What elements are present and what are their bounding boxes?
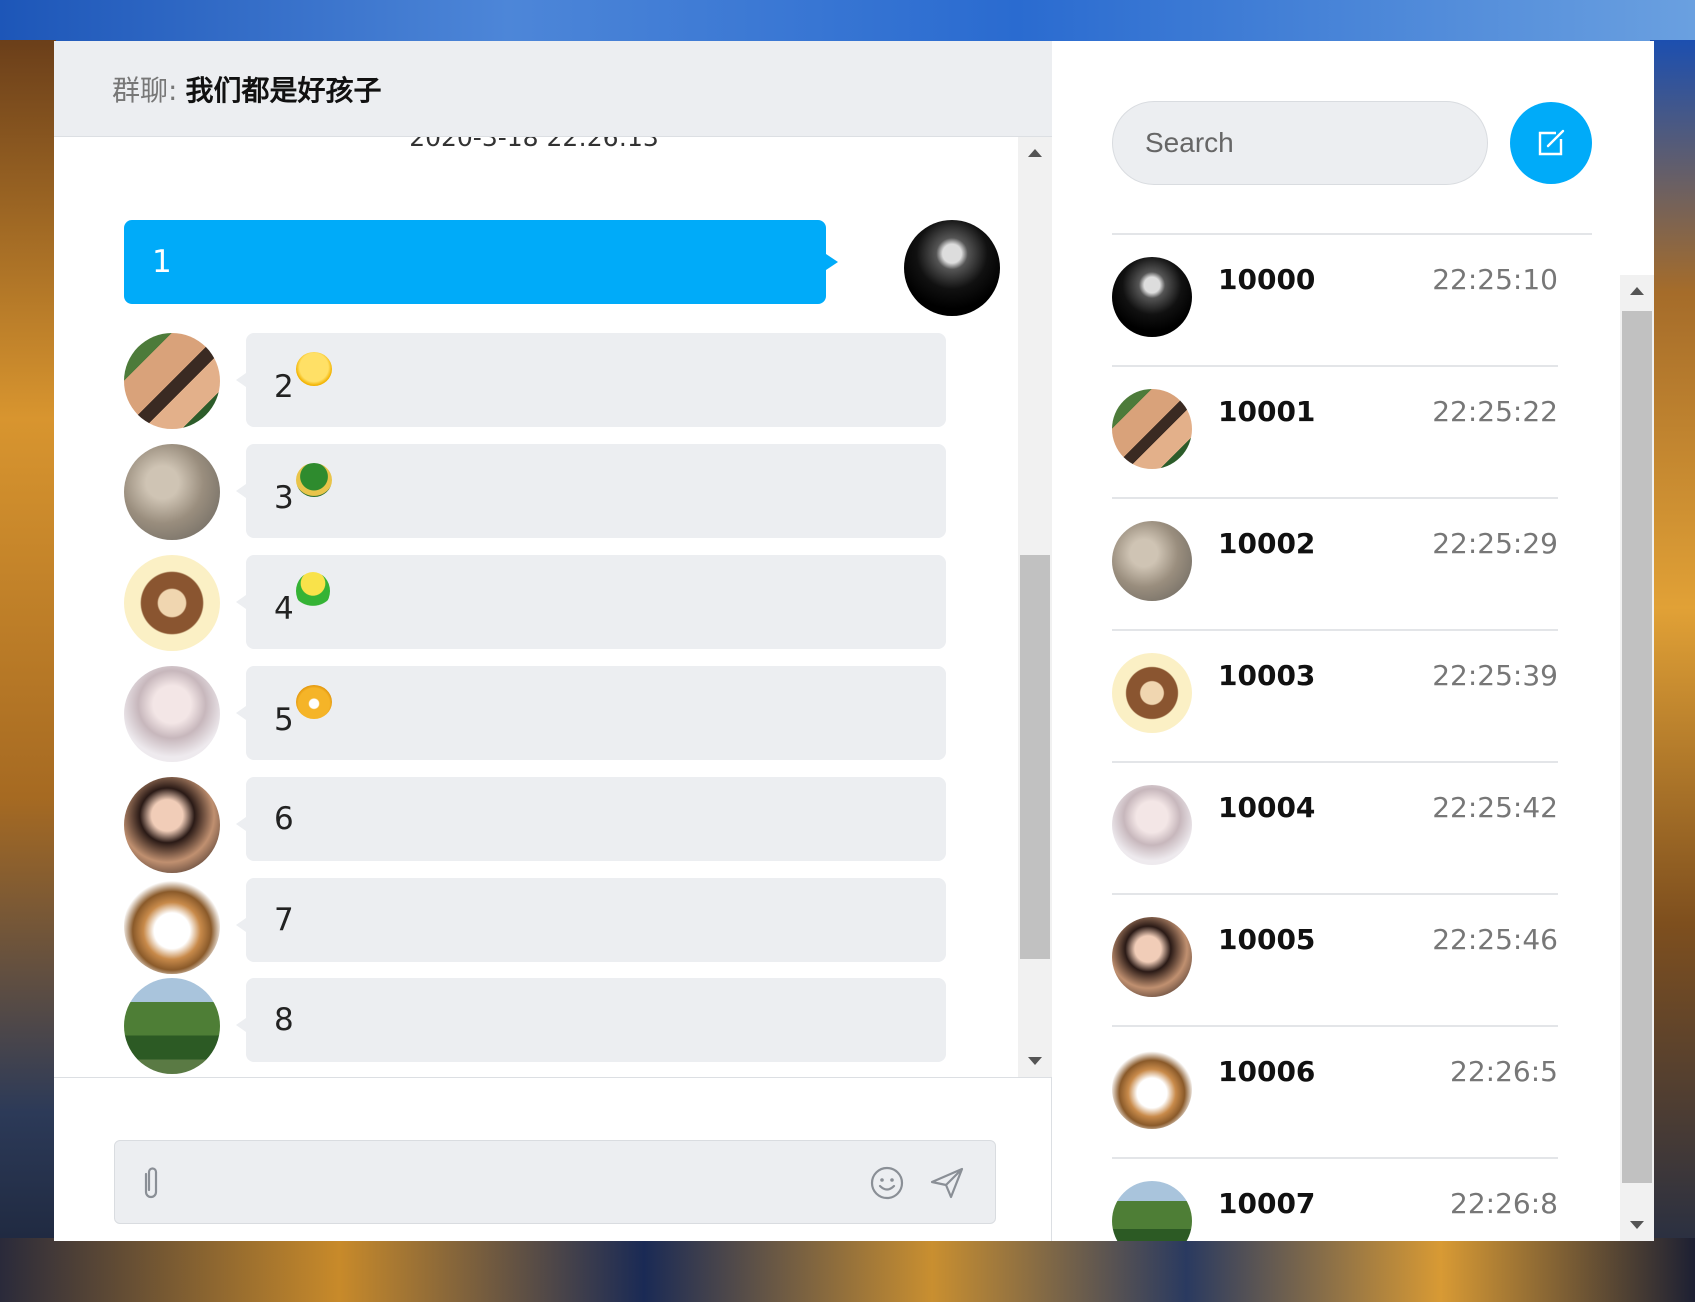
message-text: 3 [274,480,294,516]
message-item: 1 [124,220,1000,316]
monkey-avatar [1112,653,1192,733]
twins-avatar [1112,389,1192,469]
message-scrollbar[interactable] [1018,137,1052,1077]
forest-avatar[interactable] [124,978,220,1074]
doll-avatar[interactable] [124,666,220,762]
chat-header: 群聊: 我们都是好孩子 [54,41,1052,137]
scroll-down-arrow-icon[interactable] [1630,1221,1644,1229]
frog-emoji-icon [295,572,330,610]
contact-name: 10004 [1218,791,1316,824]
message-bubble-incoming[interactable]: 5 [236,666,946,760]
smiley-icon[interactable] [867,1163,907,1203]
message-text: 2 [274,369,294,405]
message-composer [54,1077,1052,1241]
turtle-emoji-icon [295,463,332,497]
contact-name: 10006 [1218,1055,1316,1088]
contact-name: 10003 [1218,659,1316,692]
contact-item[interactable]: 10002 22:25:29 [1112,499,1558,631]
scroll-up-arrow-icon[interactable] [1028,149,1042,157]
message-text: 1 [152,244,172,280]
scroll-up-arrow-icon[interactable] [1630,287,1644,295]
message-bubble-incoming[interactable]: 2 [236,333,946,427]
contact-panel: Search 10000 22:25:10 10001 22:25:22 100… [1052,41,1654,1241]
message-bubble-outgoing[interactable]: 1 [124,220,838,304]
forest-avatar [1112,1181,1192,1241]
contact-item[interactable]: 10007 22:26:8 [1112,1159,1558,1241]
scrollbar-thumb[interactable] [1020,555,1050,959]
chat-title: 我们都是好孩子 [185,73,382,107]
message-text: 5 [274,702,294,738]
message-item: 8 [124,978,946,1074]
girl-puppy-avatar[interactable] [124,777,220,873]
paper-plane-icon[interactable] [927,1163,967,1203]
contact-time: 22:25:10 [1432,263,1558,296]
contact-time: 22:25:42 [1432,791,1558,824]
message-bubble-incoming[interactable]: 7 [236,878,946,962]
cloud-avatar [1112,521,1192,601]
chat-title-prefix: 群聊: [112,73,178,107]
search-input[interactable]: Search [1112,101,1488,185]
background-building-right [1650,40,1695,1302]
girl-puppy-avatar [1112,917,1192,997]
cloud-avatar[interactable] [124,444,220,540]
chat-panel: 群聊: 我们都是好孩子 2020-3-18 22:26:13 1 2 3 4 5… [54,41,1052,1241]
background-building-left [0,40,56,1302]
message-bubble-incoming[interactable]: 6 [236,777,946,861]
twins-avatar[interactable] [124,333,220,429]
scroll-down-arrow-icon[interactable] [1028,1057,1042,1065]
chat-app-window: 群聊: 我们都是好孩子 2020-3-18 22:26:13 1 2 3 4 5… [54,41,1654,1241]
new-chat-button[interactable] [1510,102,1592,184]
message-item: 3 [124,444,946,540]
message-text: 6 [274,801,294,837]
message-item: 6 [124,777,946,873]
message-item: 5 [124,666,946,762]
message-bubble-incoming[interactable]: 4 [236,555,946,649]
contact-time: 22:26:8 [1450,1187,1558,1220]
husky-avatar [1112,1049,1192,1129]
contact-time: 22:25:46 [1432,923,1558,956]
contact-item[interactable]: 10003 22:25:39 [1112,631,1558,763]
paperclip-icon[interactable] [131,1163,171,1203]
contact-name: 10000 [1218,263,1316,296]
search-placeholder: Search [1145,127,1234,158]
contact-name: 10005 [1218,923,1316,956]
message-bubble-incoming[interactable]: 3 [236,444,946,538]
joker-avatar [1112,257,1192,337]
contact-item[interactable]: 10005 22:25:46 [1112,895,1558,1027]
background-canal [0,1238,1695,1302]
laugh-emoji-icon [295,685,332,719]
message-timestamp: 2020-3-18 22:26:13 [409,137,659,152]
message-item: 7 [124,878,946,974]
contact-time: 22:25:22 [1432,395,1558,428]
contact-item[interactable]: 10004 22:25:42 [1112,763,1558,895]
scrollbar-thumb[interactable] [1622,311,1652,1183]
joker-avatar[interactable] [904,220,1000,316]
message-list[interactable]: 2020-3-18 22:26:13 1 2 3 4 5 6 7 8 [54,137,1052,1077]
contact-time: 22:26:5 [1450,1055,1558,1088]
monkey-avatar[interactable] [124,555,220,651]
husky-avatar[interactable] [124,878,220,974]
message-text: 4 [274,591,294,627]
message-item: 4 [124,555,946,651]
contact-name: 10001 [1218,395,1316,428]
contact-name: 10002 [1218,527,1316,560]
contact-item[interactable]: 10000 22:25:10 [1112,235,1558,367]
message-text: 8 [274,1002,294,1038]
contact-time: 22:25:29 [1432,527,1558,560]
contact-time: 22:25:39 [1432,659,1558,692]
contact-item[interactable]: 10001 22:25:22 [1112,367,1558,499]
grin-emoji-icon [295,352,332,386]
message-item: 2 [124,333,946,429]
message-bubble-incoming[interactable]: 8 [236,978,946,1062]
contact-name: 10007 [1218,1187,1316,1220]
message-input[interactable] [114,1140,996,1224]
edit-icon [1538,129,1565,156]
doll-avatar [1112,785,1192,865]
contact-scrollbar[interactable] [1620,275,1654,1241]
contact-item[interactable]: 10006 22:26:5 [1112,1027,1558,1159]
contact-list[interactable]: 10000 22:25:10 10001 22:25:22 10002 22:2… [1052,233,1654,1241]
message-text: 7 [274,902,294,938]
